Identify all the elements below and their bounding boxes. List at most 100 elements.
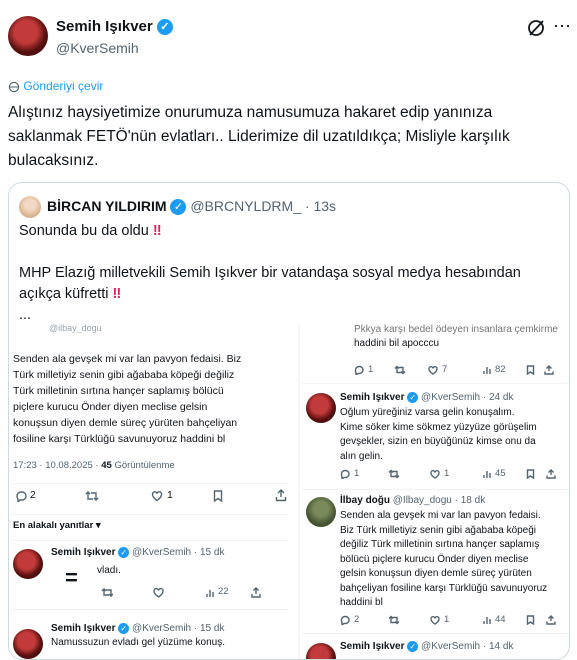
translate-label[interactable]: Gönderiyi çevir	[23, 79, 103, 93]
share-icon	[251, 587, 261, 598]
shot-line: Senden ala gevşek mi var lan pavyon feda…	[340, 510, 541, 521]
retweet-icon	[388, 615, 400, 625]
reply-count: 1	[354, 468, 360, 479]
quoted-author-name[interactable]: BİRCAN YILDIRIM	[47, 198, 167, 214]
reply-count: 2	[354, 614, 360, 625]
reply-handle: @KverSemih · 24 dk	[421, 392, 514, 404]
embedded-screenshot-left: @ilbay_dogu Senden ala gevşek mi var lan…	[9, 323, 294, 659]
bookmark-icon	[526, 365, 535, 375]
retweet-icon	[101, 588, 113, 597]
like-count: 7	[442, 364, 448, 375]
shot-line: piçlere kurucu Önder diyen meclise gelsi…	[13, 401, 208, 413]
quoted-line: Sonunda bu da oldu ‼	[19, 223, 162, 239]
equals-overlay: =	[65, 565, 78, 590]
reply-header: Semih Işıkver ✓ @KverSemih · 24 dk	[340, 392, 513, 403]
chevron-down-icon: ▾	[95, 520, 101, 531]
reply-icon	[340, 615, 350, 625]
quoted-body: MHP Elazığ milletvekili Semih Işıkver bi…	[19, 263, 564, 326]
embedded-screenshot-right: Pkkya karşı bedel ödeyen insanlara çemki…	[302, 323, 569, 659]
shot-like-count: 1	[167, 489, 173, 501]
quoted-line-text: açıkça küfretti	[19, 286, 109, 302]
reply-header: Semih Işıkver ✓ @KverSemih · 14 dk	[340, 641, 513, 652]
reply-avatar	[306, 393, 336, 423]
reply-icon	[354, 365, 364, 375]
shot-line: haddini bl	[340, 597, 383, 608]
double-exclamation-icon: ‼	[152, 223, 162, 239]
quoted-line-text: MHP Elazığ milletvekili Semih Işıkver bi…	[19, 265, 521, 281]
reply-text: Namussuzun evladı gel yüzüme konuş.	[51, 637, 225, 648]
grok-icon[interactable]	[526, 18, 546, 38]
quoted-time: · 13s	[304, 198, 337, 214]
author-handle[interactable]: @KverSemih	[56, 40, 139, 56]
verified-badge-icon: ✓	[118, 547, 130, 558]
share-icon	[544, 365, 554, 375]
globe-icon	[8, 81, 20, 93]
reply-avatar	[306, 643, 336, 659]
shot-meta: 17:23 · 10.08.2025 · 45 Görüntülenme	[13, 460, 175, 471]
double-exclamation-icon: ‼	[112, 286, 122, 302]
post-text-line: saklanmak FETÖ'nün evlatları.. Liderimiz…	[8, 128, 510, 145]
quoted-avatar[interactable]	[19, 196, 41, 218]
reply-views: 22	[218, 586, 229, 597]
shot-views-label: Görüntülenme	[114, 460, 175, 471]
shot-line: konuşsun diyen demle süreç yürüten bahçe…	[13, 417, 238, 429]
views-count: 45	[495, 468, 506, 479]
verified-badge-icon: ✓	[407, 641, 419, 652]
like-icon	[428, 366, 438, 375]
shot-line: Türk milletiyiz senin gibi ağababa köpeğ…	[13, 369, 235, 381]
reply-author: Semih Işıkver	[340, 392, 405, 404]
shot-line: alın gelin.	[340, 450, 383, 462]
reply-count: 1	[368, 364, 374, 375]
bookmark-icon	[526, 615, 535, 625]
share-icon	[275, 489, 287, 502]
translate-link[interactable]: Gönderiyi çevir	[8, 79, 103, 93]
reply-author: İlbay doğu	[340, 495, 390, 506]
retweet-icon	[85, 491, 99, 501]
post-text: Alıştınız haysiyetimize onurumuza namusu…	[8, 101, 573, 173]
shot-line: fosiline karşı Türklüğü savunuyoruz hadd…	[13, 433, 226, 445]
bookmark-icon	[213, 490, 223, 502]
verified-badge-icon: ✓	[118, 623, 130, 634]
views-icon	[483, 367, 491, 374]
shot-line: gelsin konuşsun diyen demle süreç yürüte…	[340, 568, 532, 579]
shot-line: Pkkya karşı bedel ödeyen insanlara çemki…	[354, 324, 558, 335]
shot-line: Oğlum yüreğiniz varsa gelin konuşalım.	[340, 407, 515, 418]
like-icon	[430, 470, 440, 479]
like-icon	[153, 587, 164, 598]
reply-icon	[340, 469, 350, 479]
verified-badge-icon: ✓	[170, 199, 187, 216]
retweet-icon	[388, 469, 400, 479]
bookmark-icon	[526, 469, 535, 479]
post-text-line: bulacaksınız.	[8, 152, 99, 169]
share-icon	[546, 469, 556, 479]
views-count: 44	[495, 614, 506, 625]
reply-author: Semih Işıkver	[340, 641, 405, 653]
retweet-icon	[394, 365, 406, 375]
reply-avatar	[13, 629, 43, 659]
reply-author: Semih Işıkver	[51, 623, 116, 635]
shot-top-text: Pkkya karşı bedel ödeyen insanlara çemki…	[354, 323, 558, 351]
shot-meta-time: 17:23 · 10.08.2025 ·	[13, 460, 99, 471]
shot-reply-count: 2	[30, 489, 36, 501]
views-count: 82	[495, 364, 506, 375]
share-icon	[546, 615, 556, 625]
shot-line: bölücü piçlere kurucu Önder diyen meclis…	[340, 553, 529, 565]
verified-badge-icon: ✓	[156, 19, 173, 36]
more-options-icon[interactable]: ⋯	[553, 17, 571, 35]
author-avatar[interactable]	[8, 16, 48, 56]
clipped-handle: @ilbay_dogu	[49, 323, 102, 333]
shot-line: haddini bil apocccu	[354, 338, 440, 349]
reply-handle: @KverSemih · 14 dk	[421, 641, 514, 653]
shot-line: bahçeliyan fosiline karşı Türklüğü savun…	[340, 582, 548, 594]
quoted-post[interactable]: BİRCAN YILDIRIM ✓ @BRCNYLDRM_ · 13s Sonu…	[8, 182, 570, 660]
author-name-row[interactable]: Semih Işıkver ✓	[56, 18, 173, 36]
reply-body: Senden ala gevşek mi var lan pavyon feda…	[340, 509, 547, 611]
reply-actions: 1 1 45	[340, 468, 560, 481]
reply-handle: @KverSemih · 15 dk	[132, 623, 225, 635]
shot-actions: 2 1	[13, 489, 289, 505]
views-icon	[483, 617, 491, 624]
views-icon	[206, 590, 214, 597]
views-icon	[483, 471, 491, 478]
author-name[interactable]: Semih Işıkver	[56, 18, 153, 35]
shot-line: Biz Türk milletiyiz senin gibi ağababa k…	[340, 524, 537, 536]
